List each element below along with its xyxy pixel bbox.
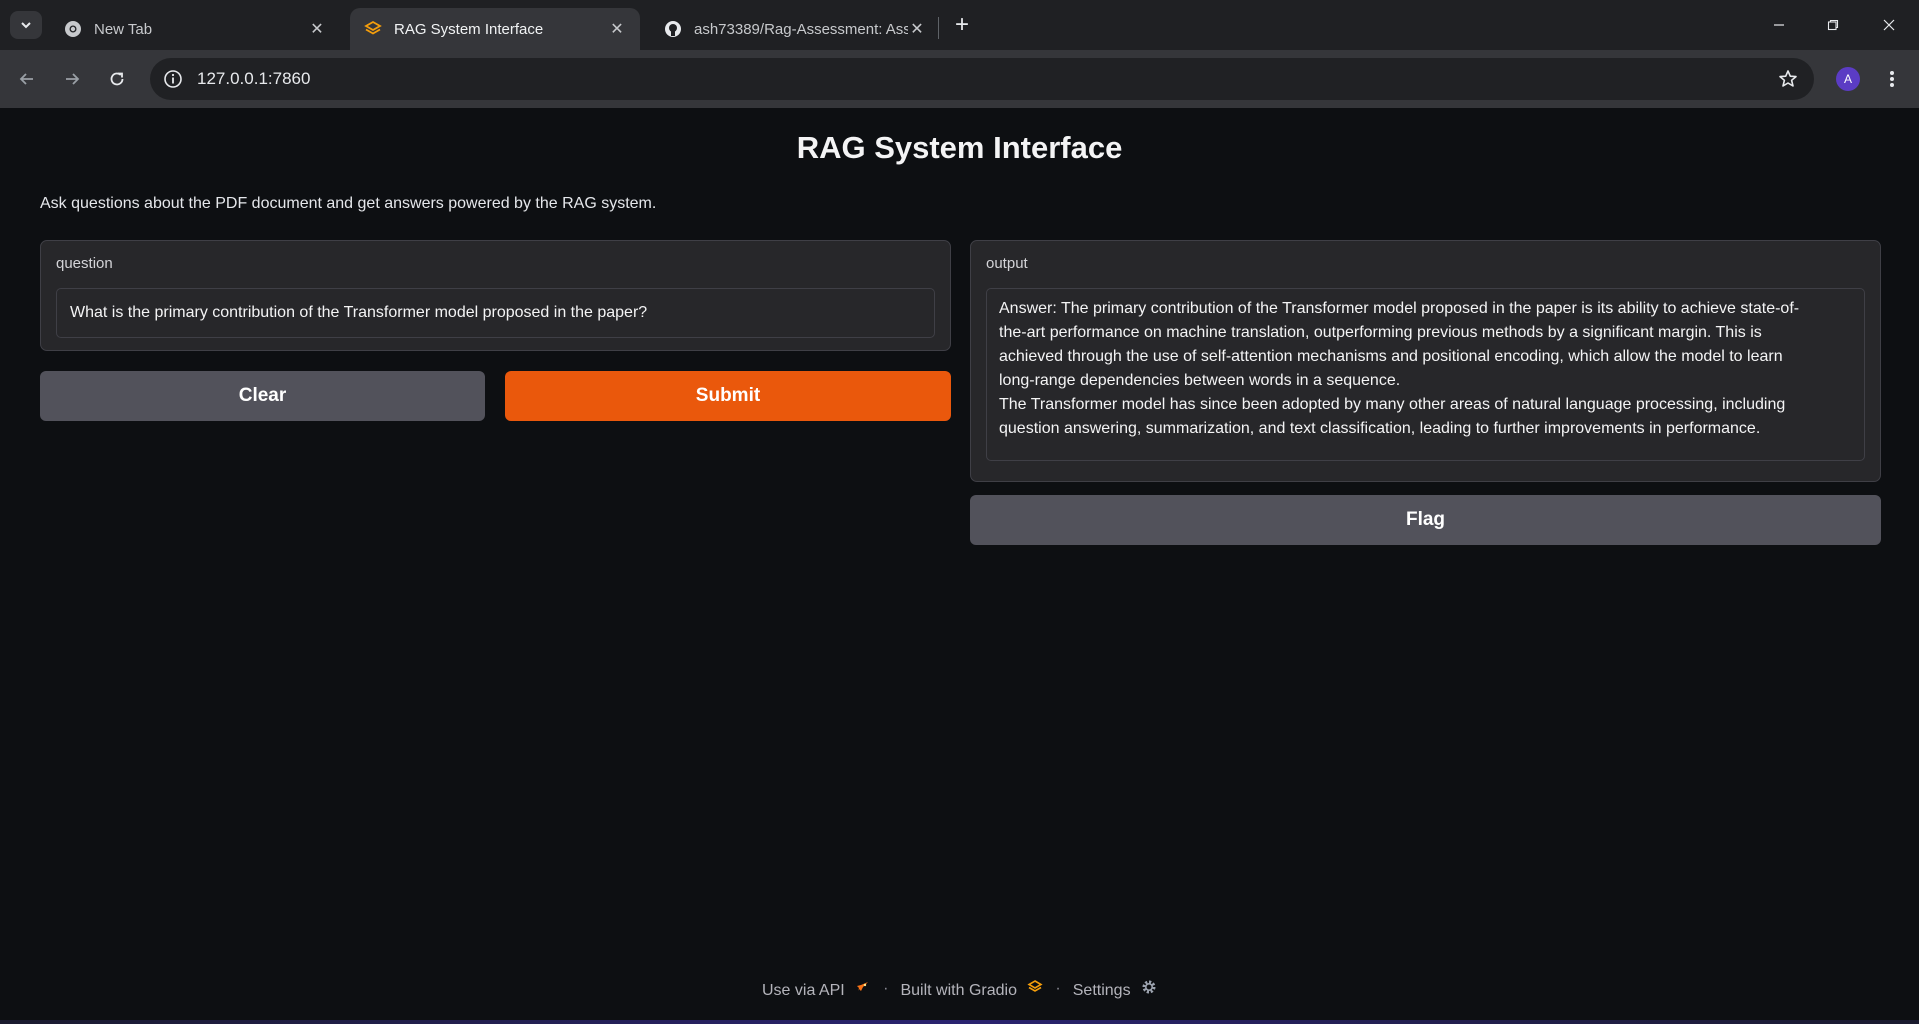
question-label: question [56, 255, 113, 272]
gradio-logo-icon [1027, 979, 1044, 995]
use-via-api-label: Use via API [761, 981, 845, 999]
output-line: question answering, summarization, and t… [999, 420, 1761, 437]
tab-title: RAG System Interface [394, 20, 544, 38]
page-description: Ask questions about the PDF document and… [40, 195, 657, 212]
tab-github[interactable]: ash73389/Rag-Assessment: Ass ✕ [650, 8, 940, 50]
page-title: RAG System Interface [796, 130, 1123, 165]
settings-label: Settings [1072, 981, 1131, 999]
github-icon [664, 20, 682, 38]
forward-arrow-icon[interactable] [57, 64, 87, 94]
close-icon[interactable]: ✕ [908, 20, 926, 38]
back-arrow-icon[interactable] [12, 64, 42, 94]
minimize-icon[interactable] [1756, 8, 1802, 42]
output-line: Answer: The primary contribution of the … [999, 300, 1800, 317]
bottom-edge-bar [0, 1020, 1919, 1024]
new-tab-button[interactable]: + [948, 11, 976, 39]
tab-new-tab[interactable]: New Tab ✕ [50, 8, 340, 50]
rocket-icon [855, 979, 871, 995]
profile-avatar[interactable]: A [1836, 67, 1860, 91]
question-input[interactable]: What is the primary contribution of the … [56, 288, 935, 338]
browser-tab-bar: New Tab ✕ RAG System Interface ✕ ash7338… [0, 0, 1919, 50]
built-with-gradio-link[interactable]: Built with Gradio [900, 979, 1044, 1000]
footer-separator: · [1055, 980, 1061, 997]
tab-search-button[interactable] [10, 11, 42, 39]
tab-separator [938, 17, 939, 39]
gear-icon [1141, 979, 1157, 995]
footer-separator: · [883, 980, 889, 997]
gradio-icon [364, 20, 382, 38]
close-icon[interactable]: ✕ [608, 20, 626, 38]
output-panel: output Answer: The primary contribution … [970, 240, 1881, 482]
tab-title: New Tab [94, 20, 153, 38]
reload-icon[interactable] [102, 64, 132, 94]
footer: Use via API · Built with Gradio · Settin… [0, 978, 1919, 1000]
submit-button[interactable]: Submit [505, 371, 951, 421]
flag-button[interactable]: Flag [970, 495, 1881, 545]
output-line: achieved through the use of self-attenti… [999, 348, 1783, 365]
built-with-gradio-label: Built with Gradio [900, 981, 1017, 999]
tab-title: ash73389/Rag-Assessment: Ass [694, 20, 908, 38]
output-line: The Transformer model has since been ado… [999, 396, 1786, 413]
restore-icon[interactable] [1810, 8, 1856, 42]
tab-rag-system[interactable]: RAG System Interface ✕ [350, 8, 640, 50]
output-line: long-range dependencies between words in… [999, 372, 1401, 389]
clear-button[interactable]: Clear [40, 371, 485, 421]
output-line: the-art performance on machine translati… [999, 324, 1762, 341]
output-label: output [986, 255, 1028, 272]
url-text[interactable]: 127.0.0.1:7860 [197, 69, 310, 89]
window-close-icon[interactable] [1866, 8, 1912, 42]
settings-link[interactable]: Settings [1073, 979, 1157, 1000]
browser-toolbar: 127.0.0.1:7860 A [0, 50, 1919, 108]
address-bar[interactable]: 127.0.0.1:7860 [150, 58, 1814, 100]
chrome-icon [64, 20, 82, 38]
more-options-icon[interactable] [1880, 65, 1904, 93]
chevron-down-icon [21, 22, 31, 29]
site-info-icon[interactable] [162, 68, 184, 90]
bookmark-star-icon[interactable] [1776, 67, 1800, 91]
question-panel: question What is the primary contributio… [40, 240, 951, 351]
output-textbox[interactable]: Answer: The primary contribution of the … [986, 288, 1865, 461]
app-page: RAG System Interface Ask questions about… [0, 108, 1919, 1024]
close-icon[interactable]: ✕ [308, 20, 326, 38]
use-via-api-link[interactable]: Use via API [762, 979, 871, 1000]
